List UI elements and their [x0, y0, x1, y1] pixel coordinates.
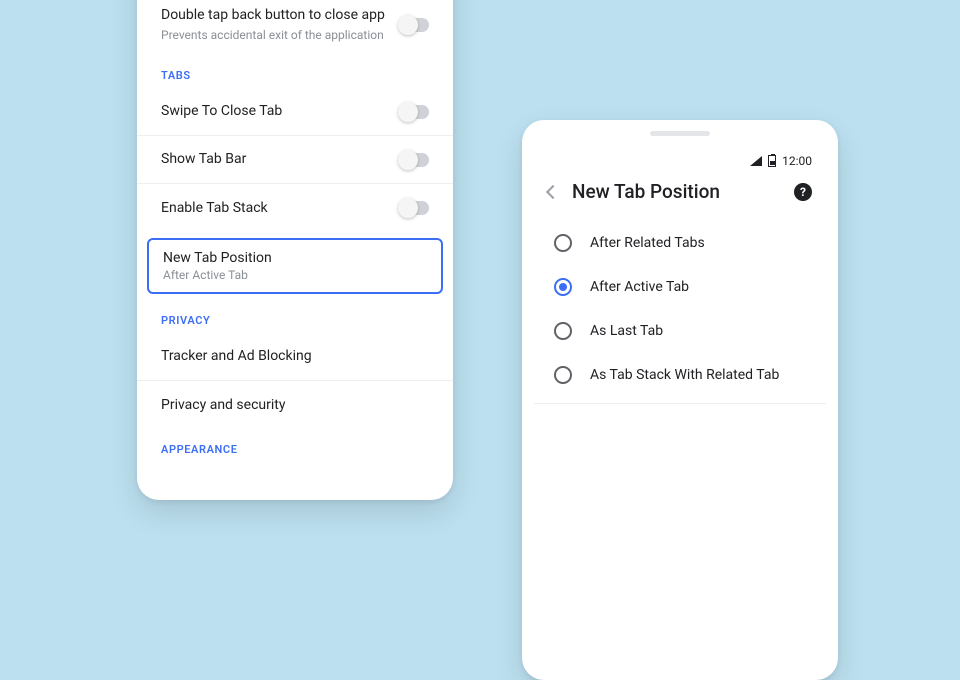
settings-phone: Double tap back button to close app Prev…	[137, 0, 453, 500]
toggle-tab-stack[interactable]	[399, 201, 429, 215]
section-appearance: APPEARANCE	[137, 429, 453, 462]
setting-title: Double tap back button to close app	[161, 6, 399, 25]
status-time: 12:00	[782, 154, 812, 168]
status-bar: 12:00	[534, 146, 826, 172]
signal-icon	[750, 156, 762, 166]
toggle-show-tab-bar[interactable]	[399, 153, 429, 167]
radio-option[interactable]: As Tab Stack With Related Tab	[534, 353, 826, 397]
setting-title: Tracker and Ad Blocking	[161, 347, 429, 366]
setting-title: Privacy and security	[161, 396, 429, 415]
toggle-swipe-close[interactable]	[399, 105, 429, 119]
detail-screen: 12:00 New Tab Position ? After Related T…	[534, 146, 826, 672]
page-title: New Tab Position	[572, 180, 780, 203]
radio-label: After Related Tabs	[590, 235, 705, 251]
radio-label: As Last Tab	[590, 323, 663, 339]
phone-notch	[526, 120, 834, 146]
setting-tracker-ad-blocking[interactable]: Tracker and Ad Blocking	[137, 333, 453, 381]
top-bar: New Tab Position ?	[534, 172, 826, 221]
setting-new-tab-position[interactable]: New Tab Position After Active Tab	[147, 238, 443, 294]
setting-show-tab-bar[interactable]: Show Tab Bar	[137, 136, 453, 184]
speaker-icon	[650, 131, 710, 136]
setting-privacy-security[interactable]: Privacy and security	[137, 381, 453, 429]
radio-icon[interactable]	[554, 234, 572, 252]
setting-title: Enable Tab Stack	[161, 199, 399, 218]
separator	[534, 403, 826, 404]
radio-icon[interactable]	[554, 366, 572, 384]
section-privacy: PRIVACY	[137, 300, 453, 333]
setting-double-tap-back[interactable]: Double tap back button to close app Prev…	[137, 0, 453, 55]
setting-subtitle: Prevents accidental exit of the applicat…	[161, 27, 399, 43]
radio-option[interactable]: After Related Tabs	[534, 221, 826, 265]
radio-option[interactable]: As Last Tab	[534, 309, 826, 353]
setting-title: Swipe To Close Tab	[161, 102, 399, 121]
radio-label: After Active Tab	[590, 279, 689, 295]
setting-enable-tab-stack[interactable]: Enable Tab Stack	[137, 184, 453, 232]
radio-icon[interactable]	[554, 322, 572, 340]
radio-list: After Related Tabs After Active Tab As Las…	[534, 221, 826, 397]
setting-title: Show Tab Bar	[161, 150, 399, 169]
section-tabs: TABS	[137, 55, 453, 88]
radio-option[interactable]: After Active Tab	[534, 265, 826, 309]
setting-title: New Tab Position	[163, 250, 427, 266]
settings-list: Double tap back button to close app Prev…	[137, 0, 453, 462]
detail-phone: 12:00 New Tab Position ? After Related T…	[522, 120, 838, 680]
back-icon[interactable]	[546, 184, 560, 198]
setting-swipe-close-tab[interactable]: Swipe To Close Tab	[137, 88, 453, 136]
toggle-double-tap[interactable]	[399, 18, 429, 32]
radio-label: As Tab Stack With Related Tab	[590, 367, 779, 383]
setting-subtitle: After Active Tab	[163, 268, 427, 282]
radio-icon[interactable]	[554, 278, 572, 296]
help-icon[interactable]: ?	[794, 183, 812, 201]
battery-icon	[768, 155, 776, 167]
